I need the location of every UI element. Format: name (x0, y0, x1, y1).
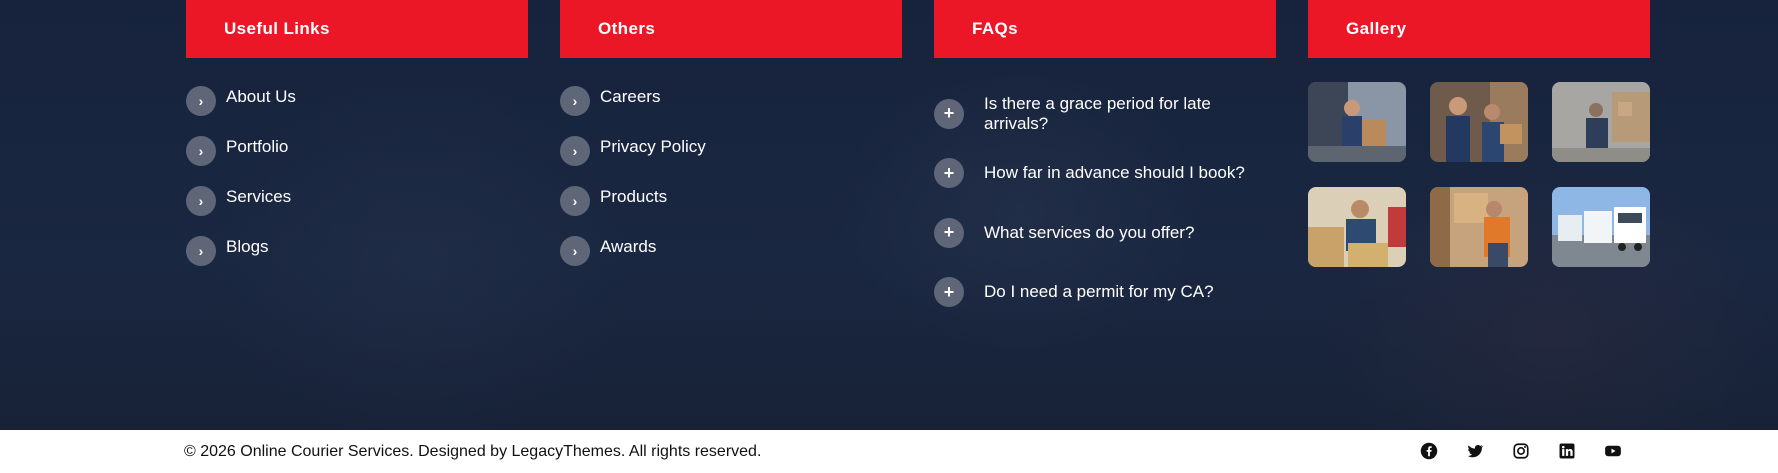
gallery-thumb-warehouse-worker[interactable] (1552, 82, 1650, 162)
truck-fleet-photo (1552, 187, 1650, 267)
footer-main: Useful Links › About Us › Portfolio › Se… (0, 0, 1778, 430)
others-heading: Others (560, 0, 902, 58)
youtube-icon[interactable] (1602, 440, 1624, 462)
chevron-right-icon: › (560, 186, 590, 216)
social-links (1418, 440, 1648, 462)
packing-boxes-photo (1308, 187, 1406, 267)
faq-question[interactable]: What services do you offer? (984, 223, 1194, 243)
copyright-text: © 2026 Online Courier Services. Designed… (184, 442, 762, 460)
faqs-heading: FAQs (934, 0, 1276, 58)
faq-item[interactable]: + Is there a grace period for late arriv… (934, 84, 1276, 144)
useful-links-column: Useful Links › About Us › Portfolio › Se… (186, 0, 528, 276)
faq-question[interactable]: Is there a grace period for late arrival… (984, 94, 1276, 134)
faqs-column: FAQs + Is there a grace period for late … (934, 0, 1276, 322)
gallery-thumb-courier-loading-van[interactable] (1308, 82, 1406, 162)
instagram-icon[interactable] (1510, 440, 1532, 462)
others-list: › Careers › Privacy Policy › Products › … (560, 76, 902, 276)
plus-icon[interactable]: + (934, 98, 964, 129)
link-about-us[interactable]: › About Us (186, 76, 528, 126)
chevron-right-icon: › (186, 236, 216, 266)
link-privacy-policy[interactable]: › Privacy Policy (560, 126, 902, 176)
twitter-icon[interactable] (1464, 440, 1486, 462)
useful-links-list: › About Us › Portfolio › Services › Blog… (186, 76, 528, 276)
gallery-thumb-courier-carrying-boxes[interactable] (1430, 82, 1528, 162)
link-label[interactable]: Awards (600, 237, 656, 257)
warehouse-worker-photo (1552, 82, 1650, 162)
link-label[interactable]: About Us (226, 87, 296, 107)
link-portfolio[interactable]: › Portfolio (186, 126, 528, 176)
facebook-icon[interactable] (1418, 440, 1440, 462)
link-careers[interactable]: › Careers (560, 76, 902, 126)
gallery-thumb-courier-lifting-box[interactable] (1430, 187, 1528, 267)
faq-item[interactable]: + How far in advance should I book? (934, 144, 1276, 204)
faq-item[interactable]: + What services do you offer? (934, 203, 1276, 263)
chevron-right-icon: › (560, 86, 590, 116)
courier-loading-van-photo (1308, 82, 1406, 162)
plus-icon[interactable]: + (934, 277, 964, 308)
courier-carrying-boxes-photo (1430, 82, 1528, 162)
faq-question[interactable]: How far in advance should I book? (984, 163, 1245, 183)
link-label[interactable]: Blogs (226, 237, 269, 257)
gallery-grid (1308, 82, 1650, 267)
chevron-right-icon: › (186, 136, 216, 166)
gallery-heading: Gallery (1308, 0, 1650, 58)
chevron-right-icon: › (186, 186, 216, 216)
link-services[interactable]: › Services (186, 176, 528, 226)
plus-icon[interactable]: + (934, 217, 964, 248)
linkedin-icon[interactable] (1556, 440, 1578, 462)
faq-list: + Is there a grace period for late arriv… (934, 84, 1276, 322)
link-label[interactable]: Services (226, 187, 291, 207)
gallery-thumb-packing-boxes[interactable] (1308, 187, 1406, 267)
chevron-right-icon: › (186, 86, 216, 116)
link-blogs[interactable]: › Blogs (186, 226, 528, 276)
gallery-column: Gallery (1308, 0, 1650, 267)
plus-icon[interactable]: + (934, 158, 964, 189)
faq-item[interactable]: + Do I need a permit for my CA? (934, 263, 1276, 323)
footer-bottom-bar: © 2026 Online Courier Services. Designed… (0, 430, 1778, 473)
faq-question[interactable]: Do I need a permit for my CA? (984, 282, 1214, 302)
link-label[interactable]: Privacy Policy (600, 137, 706, 157)
chevron-right-icon: › (560, 236, 590, 266)
courier-lifting-box-photo (1430, 187, 1528, 267)
link-awards[interactable]: › Awards (560, 226, 902, 276)
link-label[interactable]: Products (600, 187, 667, 207)
link-products[interactable]: › Products (560, 176, 902, 226)
others-column: Others › Careers › Privacy Policy › Prod… (560, 0, 902, 276)
gallery-thumb-truck-fleet[interactable] (1552, 187, 1650, 267)
chevron-right-icon: › (560, 136, 590, 166)
link-label[interactable]: Portfolio (226, 137, 288, 157)
useful-links-heading: Useful Links (186, 0, 528, 58)
link-label[interactable]: Careers (600, 87, 660, 107)
